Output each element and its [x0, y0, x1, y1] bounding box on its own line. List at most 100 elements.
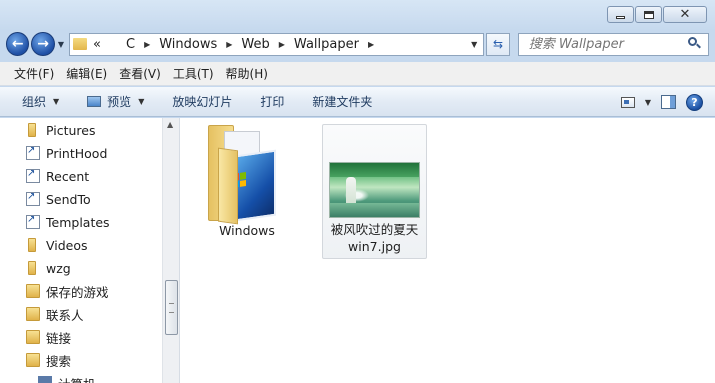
close-button[interactable]: ✕	[663, 6, 707, 23]
breadcrumb: « C ▶ Windows ▶ Web ▶ Wallpaper ▶	[93, 37, 383, 52]
menu-file[interactable]: 文件(F)	[8, 65, 60, 82]
nav-item-label: Videos	[46, 237, 88, 253]
arrow-left-icon: ←	[11, 36, 24, 52]
nav-item-links[interactable]: 链接	[26, 327, 72, 347]
nav-item-label: 联系人	[46, 307, 84, 323]
menu-tools[interactable]: 工具(T)	[167, 65, 220, 82]
folder-icon	[73, 38, 88, 50]
shortcut-icon	[26, 214, 40, 229]
close-icon: ✕	[679, 7, 691, 22]
menu-view[interactable]: 查看(V)	[113, 65, 167, 82]
image-thumbnail	[329, 162, 420, 218]
folder-icon	[28, 238, 36, 252]
maximize-icon	[643, 10, 654, 19]
preview-pane-icon[interactable]	[661, 95, 676, 109]
breadcrumb-item[interactable]: Wallpaper	[294, 37, 359, 52]
scrollbar-thumb[interactable]	[165, 280, 178, 335]
nav-scrollbar[interactable]: ▲	[162, 118, 179, 383]
breadcrumb-overflow[interactable]: «	[93, 37, 101, 52]
chevron-right-icon[interactable]: ▶	[226, 40, 232, 49]
nav-item-label: Recent	[46, 168, 90, 184]
computer-icon	[38, 376, 52, 383]
caption-buttons: ✕	[607, 6, 707, 23]
nav-item-videos[interactable]: Videos	[28, 235, 88, 255]
nav-item-recent[interactable]: Recent	[26, 166, 90, 186]
navigation-bar: ← → ▼ « C ▶ Windows ▶ Web ▶ Wallpaper ▶ …	[6, 30, 709, 58]
nav-item-templates[interactable]: Templates	[26, 212, 110, 232]
folder-icon	[28, 261, 36, 275]
forward-button[interactable]: →	[31, 32, 55, 56]
slideshow-label: 放映幻灯片	[172, 95, 233, 109]
saved-games-icon	[26, 284, 40, 298]
help-icon[interactable]: ?	[686, 93, 703, 111]
folder-icon	[28, 123, 36, 137]
chevron-down-icon[interactable]: ▼	[645, 98, 651, 107]
nav-item-label: 搜索	[46, 353, 72, 369]
chevron-right-icon[interactable]: ▶	[144, 40, 150, 49]
nav-item-pictures[interactable]: Pictures	[28, 120, 96, 140]
breadcrumb-item[interactable]: Windows	[159, 37, 217, 52]
image-tile-selected[interactable]: 被风吹过的夏天 win7.jpg	[322, 124, 427, 259]
arrow-right-icon: →	[37, 36, 50, 52]
slideshow-button[interactable]: 放映幻灯片	[162, 93, 242, 110]
change-view-icon[interactable]	[620, 96, 635, 108]
refresh-icon: ⇆	[492, 37, 504, 51]
minimize-button[interactable]	[607, 6, 634, 23]
new-folder-label: 新建文件夹	[312, 95, 373, 109]
nav-item-searches[interactable]: 搜索	[26, 350, 72, 370]
menu-help[interactable]: 帮助(H)	[220, 65, 274, 82]
shortcut-icon	[26, 145, 40, 160]
back-button[interactable]: ←	[6, 32, 30, 56]
search-input[interactable]	[528, 36, 689, 52]
chevron-down-icon: ▼	[138, 97, 145, 106]
links-icon	[26, 330, 40, 344]
search-box[interactable]	[517, 32, 709, 56]
nav-item-label: SendTo	[46, 191, 91, 207]
folder-front	[218, 147, 238, 225]
nav-item-saved-games[interactable]: 保存的游戏	[26, 281, 109, 301]
maximize-button[interactable]	[635, 6, 662, 23]
folder-tile-windows[interactable]	[208, 125, 278, 225]
nav-item-label: Templates	[46, 214, 110, 230]
toolbar-right: ▼ ?	[620, 87, 703, 117]
nav-item-label: 链接	[46, 330, 72, 346]
preview-icon	[87, 96, 102, 107]
nav-item-sendto[interactable]: SendTo	[26, 189, 91, 209]
preview-button[interactable]: 预览 ▼	[77, 93, 154, 110]
nav-item-label: 计算机	[58, 374, 96, 383]
print-button[interactable]: 打印	[250, 93, 294, 110]
breadcrumb-item[interactable]: Web	[241, 37, 269, 52]
chevron-right-icon[interactable]: ▶	[368, 40, 374, 49]
address-dropdown[interactable]: ▼	[471, 40, 477, 49]
organize-button[interactable]: 组织 ▼	[12, 93, 69, 110]
address-bar[interactable]: « C ▶ Windows ▶ Web ▶ Wallpaper ▶ ▼	[69, 32, 485, 56]
nav-item-label: PrintHood	[46, 145, 108, 161]
image-file-name-line2: win7.jpg	[348, 239, 401, 254]
folder-name: Windows	[219, 223, 275, 238]
minimize-icon	[616, 15, 625, 19]
chevron-down-icon: ▼	[53, 97, 60, 106]
navigation-pane: Pictures PrintHood Recent SendTo Templat…	[0, 118, 162, 383]
menu-edit[interactable]: 编辑(E)	[60, 65, 113, 82]
recent-pages-dropdown[interactable]: ▼	[58, 40, 64, 49]
nav-item-computer[interactable]: 计算机	[38, 373, 96, 383]
refresh-button[interactable]: ⇆	[486, 32, 510, 56]
nav-item-label: 保存的游戏	[46, 284, 109, 300]
chevron-right-icon[interactable]: ▶	[279, 40, 285, 49]
nav-item-contacts[interactable]: 联系人	[26, 304, 84, 324]
scroll-up-icon[interactable]: ▲	[167, 120, 173, 129]
nav-item-label: Pictures	[46, 122, 96, 138]
preview-label: 预览	[107, 95, 132, 109]
search-icon[interactable]	[688, 36, 702, 51]
contacts-icon	[26, 307, 40, 321]
breadcrumb-item[interactable]: C	[126, 37, 135, 52]
nav-item-wzg[interactable]: wzg	[28, 258, 71, 278]
new-folder-button[interactable]: 新建文件夹	[302, 93, 382, 110]
nav-item-printhood[interactable]: PrintHood	[26, 143, 108, 163]
nav-item-label: wzg	[46, 260, 71, 276]
image-file-name: 被风吹过的夏天 win7.jpg	[323, 221, 426, 255]
organize-label: 组织	[22, 95, 47, 109]
explorer-window: ✕ ← → ▼ « C ▶ Windows ▶ Web ▶ Wallpaper …	[0, 0, 715, 383]
print-label: 打印	[260, 95, 285, 109]
command-bar: 组织 ▼ 预览 ▼ 放映幻灯片 打印 新建文件夹 ▼ ?	[0, 87, 715, 117]
